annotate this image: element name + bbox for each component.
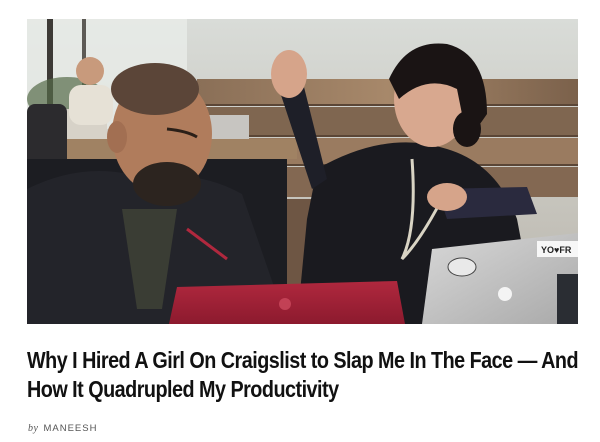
article-hero-image[interactable]: YO♥FR [27, 19, 578, 324]
byline: by MANEESH [28, 423, 97, 434]
laptop-sticker-text: YO♥FR [541, 245, 572, 255]
author-link[interactable]: MANEESH [43, 423, 97, 434]
article-card[interactable]: YO♥FR Why I Hired A Girl On Craigslist t… [0, 0, 600, 442]
article-title-line-2[interactable]: How It Quadrupled My Productivity [27, 375, 509, 404]
article-title[interactable]: Why I Hired A Girl On Craigslist to Slap… [27, 346, 579, 404]
byline-prefix: by [28, 423, 39, 434]
article-title-line-1[interactable]: Why I Hired A Girl On Craigslist to Slap… [27, 346, 579, 375]
